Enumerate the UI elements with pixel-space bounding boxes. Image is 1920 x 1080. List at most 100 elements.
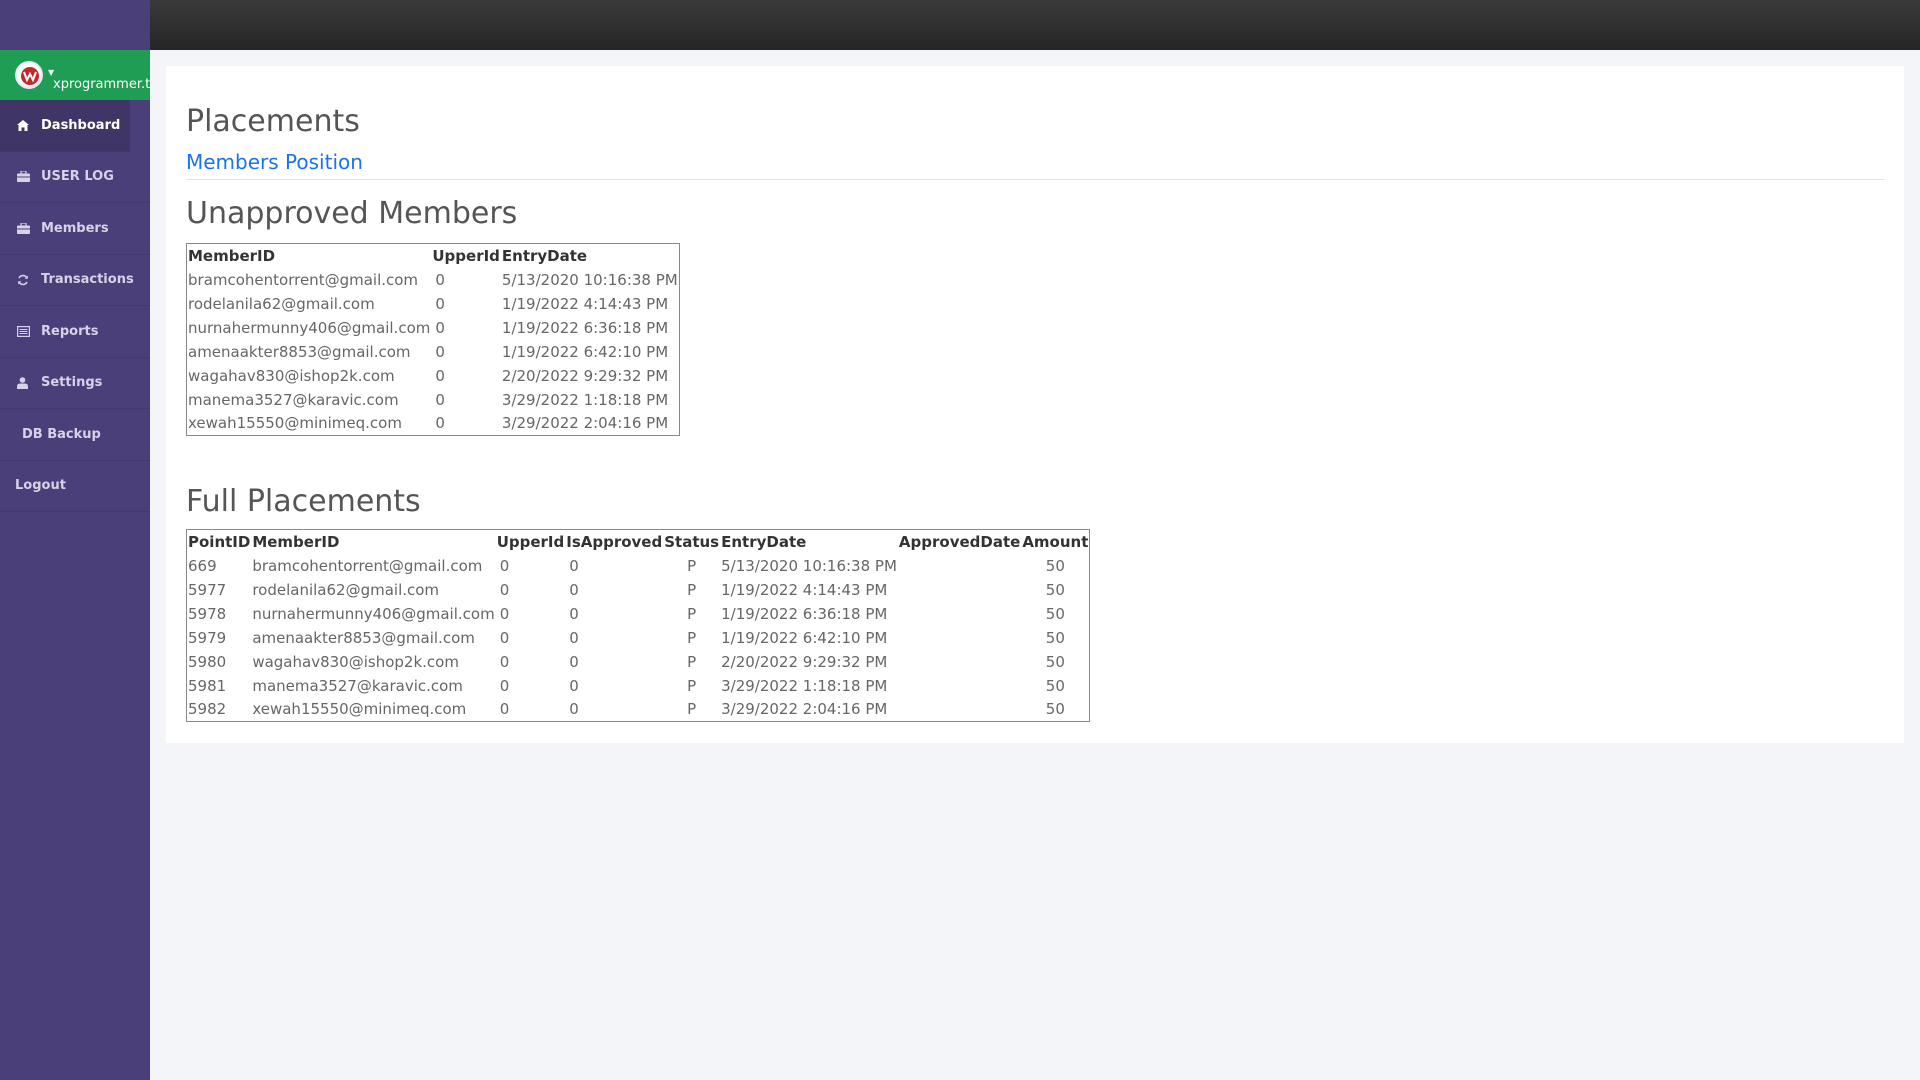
table-cell: 0 (569, 652, 579, 671)
table-cell: 50 (1045, 628, 1065, 647)
table-row: rodelanila62@gmail.com 0 1/19/2022 4:14:43… (187, 292, 680, 316)
column-header-isapproved: IsApproved (566, 532, 663, 551)
table-cell: 0 (435, 414, 445, 433)
table-cell: P (687, 628, 697, 647)
table-cell: 0 (569, 556, 579, 575)
table-cell (898, 650, 1021, 674)
unapproved-members-rows: bramcohentorrent@gmail.com 0 5/13/2020 10:… (187, 268, 680, 436)
table-row: 5979 amenaakter8853@gmail.com 0 0 P 1/19/2022… (187, 626, 1090, 650)
table-cell: 3/29/2022 1:18:18 PM (501, 390, 669, 409)
table-row: xewah15550@minimeq.com 0 3/29/2022 2:04:16… (187, 412, 680, 436)
table-cell: 5982 (188, 700, 227, 719)
sidebar-item-label: Transactions (41, 272, 134, 288)
table-cell: wagahav830@ishop2k.com (188, 366, 395, 385)
divider (186, 179, 1884, 180)
unapproved-members-table: MemberID UpperId EntryDate bramcohentorr… (186, 243, 680, 436)
sidebar-item-settings[interactable]: Settings (0, 358, 150, 409)
page-title: Placements (186, 104, 360, 139)
full-placements-rows: 669 bramcohentorrent@gmail.com 0 0 P 5/13/202… (187, 554, 1090, 722)
table-cell: 5/13/2020 10:16:38 PM (501, 270, 678, 289)
table-cell: 0 (569, 700, 579, 719)
sidebar-item-label: DB Backup (22, 426, 101, 442)
table-cell: 1/19/2022 6:36:18 PM (501, 318, 669, 337)
table-cell: 0 (499, 604, 510, 623)
table-row: bramcohentorrent@gmail.com 0 5/13/2020 10:… (187, 268, 680, 292)
table-cell (898, 602, 1021, 626)
table-cell: 50 (1045, 580, 1065, 599)
sidebar-item-label: Logout (15, 478, 66, 494)
table-cell: bramcohentorrent@gmail.com (252, 556, 483, 575)
table-header-row: MemberID UpperId EntryDate (187, 244, 680, 268)
table-cell: 0 (569, 580, 579, 599)
user-profile[interactable]: ▼ xprogrammer.tech (0, 50, 150, 100)
sidebar-item-members[interactable]: Members (0, 203, 150, 255)
column-header-amount: Amount (1022, 532, 1089, 551)
column-header-entrydate: EntryDate (721, 532, 807, 551)
user-icon (17, 376, 35, 389)
table-cell: 0 (435, 390, 445, 409)
table-row: 5980 wagahav830@ishop2k.com 0 0 P 2/20/2022 9… (187, 650, 1090, 674)
table-cell: P (687, 604, 697, 623)
table-cell: wagahav830@ishop2k.com (252, 652, 459, 671)
sidebar-item-reports[interactable]: Reports (0, 306, 150, 358)
briefcase-icon (17, 171, 35, 183)
sidebar-item-dashboard[interactable]: Dashboard (0, 100, 130, 152)
table-cell: 0 (435, 294, 445, 313)
table-cell: 0 (435, 342, 445, 361)
table-cell: rodelanila62@gmail.com (252, 580, 440, 599)
full-placements-table: PointID MemberID UpperId IsApproved Stat… (186, 529, 1091, 722)
column-header-pointid: PointID (188, 532, 251, 551)
table-cell: nurnahermunny406@gmail.com (188, 318, 431, 337)
sidebar-item-label: Reports (41, 323, 99, 339)
table-cell: 0 (569, 604, 579, 623)
table-cell: 1/19/2022 6:42:10 PM (501, 342, 669, 361)
table-cell: 5980 (188, 652, 227, 671)
table-cell: amenaakter8853@gmail.com (188, 342, 411, 361)
table-cell (898, 674, 1021, 698)
column-header-memberid: MemberID (252, 532, 340, 551)
column-header-upperid: UpperId (432, 246, 500, 265)
table-cell: 50 (1045, 556, 1065, 575)
table-cell: 50 (1045, 676, 1065, 695)
table-cell: 1/19/2022 4:14:43 PM (501, 294, 669, 313)
table-cell: 1/19/2022 6:42:10 PM (721, 628, 888, 647)
table-cell: 3/29/2022 2:04:16 PM (721, 700, 888, 719)
sidebar: ▼ xprogrammer.tech Dashboard USER LOG Me… (0, 0, 150, 1080)
sidebar-item-db-backup[interactable]: DB Backup (0, 409, 150, 461)
table-cell: 0 (499, 556, 510, 575)
table-cell: 0 (435, 366, 445, 385)
table-row: amenaakter8853@gmail.com 0 1/19/2022 6:42:… (187, 340, 680, 364)
table-cell: 0 (569, 628, 579, 647)
column-header-upperid: UpperId (496, 532, 565, 551)
table-row: 5982 xewah15550@minimeq.com 0 0 P 3/29/2022 2… (187, 698, 1090, 722)
members-position-link[interactable]: Members Position (186, 150, 363, 174)
briefcase-icon (17, 222, 35, 234)
table-cell: 0 (499, 700, 510, 719)
column-header-memberid: MemberID (188, 246, 276, 265)
table-cell: xewah15550@minimeq.com (252, 700, 467, 719)
refresh-icon (17, 274, 35, 286)
table-cell: manema3527@karavic.com (188, 390, 399, 409)
sidebar-item-transactions[interactable]: Transactions (0, 255, 150, 306)
table-cell: 0 (499, 652, 510, 671)
table-cell: 1/19/2022 6:36:18 PM (721, 604, 888, 623)
table-cell: P (687, 676, 697, 695)
chevron-down-icon[interactable]: ▼ (48, 68, 54, 77)
home-icon (17, 119, 35, 131)
table-row: manema3527@karavic.com 0 3/29/2022 1:18:18… (187, 388, 680, 412)
table-cell: 50 (1045, 604, 1065, 623)
column-header-entrydate: EntryDate (501, 246, 588, 265)
table-cell: 5979 (188, 628, 227, 647)
unapproved-members-heading: Unapproved Members (186, 196, 518, 231)
table-row: 5978 nurnahermunny406@gmail.com 0 0 P 1/19/20… (187, 602, 1090, 626)
table-cell: 50 (1045, 652, 1065, 671)
table-cell: 3/29/2022 2:04:16 PM (501, 414, 669, 433)
table-cell (898, 626, 1021, 650)
table-cell: 5981 (188, 676, 227, 695)
table-cell: bramcohentorrent@gmail.com (188, 270, 419, 289)
table-cell: 1/19/2022 4:14:43 PM (721, 580, 888, 599)
sidebar-item-user-log[interactable]: USER LOG (0, 152, 150, 203)
table-row: wagahav830@ishop2k.com 0 2/20/2022 9:29:32… (187, 364, 680, 388)
avatar[interactable] (15, 61, 43, 89)
sidebar-item-logout[interactable]: Logout (0, 461, 150, 512)
